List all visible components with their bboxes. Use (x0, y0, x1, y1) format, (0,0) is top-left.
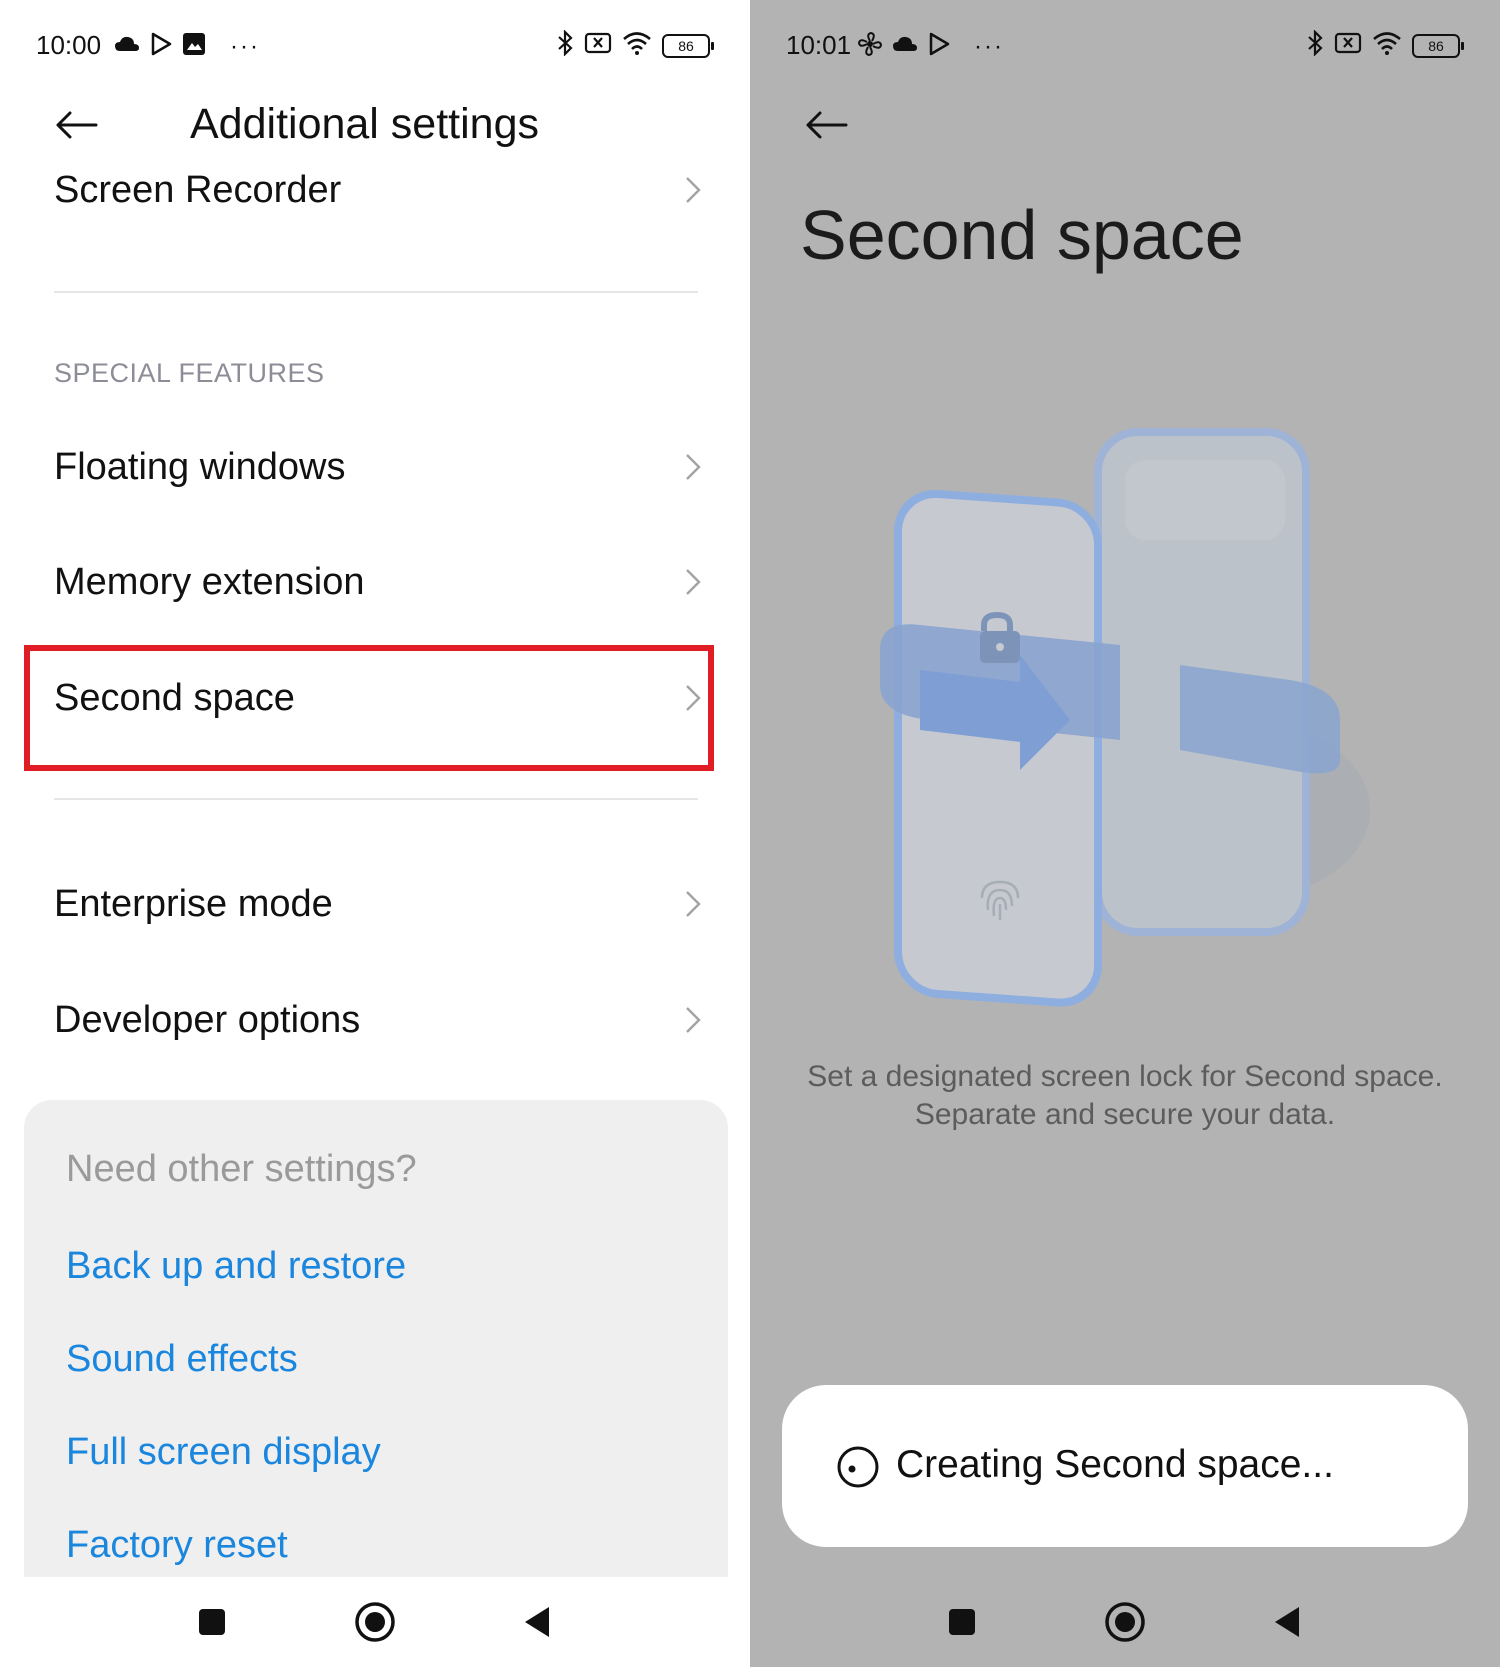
play-store-icon (928, 32, 950, 61)
progress-text: Creating Second space... (896, 1443, 1334, 1486)
chevron-right-icon (686, 685, 701, 711)
navigation-bar (750, 1577, 1500, 1667)
wifi-icon (622, 31, 652, 60)
second-space-screen: 10:01 ··· 86 Second space Set a designat… (750, 0, 1500, 1667)
status-time: 10:01 (786, 30, 852, 60)
other-settings-title: Need other settings? (66, 1148, 417, 1190)
row-label: Screen Recorder (54, 168, 342, 211)
description-line-1: Set a designated screen lock for Second … (807, 1060, 1443, 1093)
description: Set a designated screen lock for Second … (750, 1058, 1500, 1134)
spinner-icon (836, 1445, 880, 1494)
row-label: Enterprise mode (54, 882, 333, 925)
home-icon[interactable] (340, 1587, 410, 1657)
back-icon[interactable] (1253, 1587, 1323, 1657)
cloud-icon (114, 35, 140, 58)
chevron-right-icon (686, 177, 701, 203)
link-sound-effects[interactable]: Sound effects (66, 1338, 298, 1381)
row-label: Memory extension (54, 560, 365, 603)
status-time: 10:00 (36, 30, 102, 60)
second-space-illustration (880, 428, 1370, 1007)
recents-icon[interactable] (177, 1587, 247, 1657)
bluetooth-icon (556, 29, 574, 61)
back-icon[interactable] (503, 1587, 573, 1657)
navigation-bar (0, 1577, 750, 1667)
fan-icon (857, 31, 883, 61)
other-settings-card: Need other settings? Back up and restore… (24, 1100, 728, 1580)
more-notifications-icon: ··· (974, 32, 1004, 60)
link-full-screen-display[interactable]: Full screen display (66, 1431, 381, 1474)
no-sim-icon (584, 32, 612, 59)
recents-icon[interactable] (927, 1587, 997, 1657)
battery-icon: 86 (1412, 33, 1464, 58)
wifi-icon (1372, 31, 1402, 60)
gallery-icon (182, 32, 206, 61)
description-line-2: Separate and secure your data. (914, 1098, 1336, 1131)
page-title: Additional settings (190, 100, 539, 148)
no-sim-icon (1334, 32, 1362, 59)
status-bar: 10:01 ··· 86 (786, 24, 1464, 70)
chevron-right-icon (686, 454, 701, 480)
home-icon[interactable] (1090, 1587, 1160, 1657)
bluetooth-icon (1306, 29, 1324, 61)
back-arrow-icon[interactable] (46, 95, 106, 155)
row-memory-extension[interactable]: Memory extension (54, 552, 704, 612)
row-second-space[interactable]: Second space (54, 668, 704, 728)
chevron-right-icon (686, 1007, 701, 1033)
row-developer-options[interactable]: Developer options (54, 990, 704, 1050)
progress-dialog: Creating Second space... (782, 1385, 1468, 1547)
more-notifications-icon: ··· (230, 32, 260, 60)
additional-settings-screen: 10:00 ··· 86 Additional settings Screen … (0, 0, 750, 1667)
row-label: Developer options (54, 998, 361, 1041)
battery-icon: 86 (662, 33, 714, 58)
row-label: Second space (54, 676, 295, 719)
cloud-icon (892, 35, 918, 58)
row-enterprise-mode[interactable]: Enterprise mode (54, 874, 704, 934)
back-arrow-icon[interactable] (796, 95, 856, 155)
row-screen-recorder[interactable]: Screen Recorder (54, 160, 704, 220)
section-header: SPECIAL FEATURES (54, 358, 325, 388)
status-bar: 10:00 ··· 86 (36, 24, 714, 70)
row-label: Floating windows (54, 445, 346, 488)
chevron-right-icon (686, 569, 701, 595)
page-title: Second space (800, 196, 1244, 274)
chevron-right-icon (686, 891, 701, 917)
row-floating-windows[interactable]: Floating windows (54, 437, 704, 497)
play-store-icon (150, 32, 172, 61)
divider (54, 798, 698, 800)
link-factory-reset[interactable]: Factory reset (66, 1524, 288, 1567)
divider (54, 291, 698, 293)
link-back-up-and-restore[interactable]: Back up and restore (66, 1245, 406, 1288)
